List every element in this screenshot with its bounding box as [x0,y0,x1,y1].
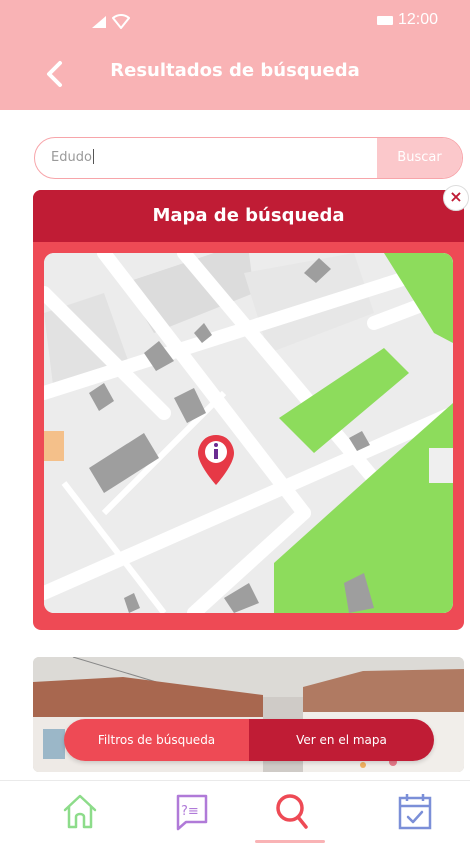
calendar-check-icon[interactable] [395,791,435,831]
modal-title: Mapa de búsqueda [152,205,345,226]
map-illustration [44,253,453,613]
faq-icon[interactable]: ?≡ [172,791,212,831]
search-icon[interactable] [272,791,312,831]
view-on-map-button[interactable]: Ver en el mapa [249,719,434,761]
search-bar: Edudo Buscar [34,137,463,179]
battery-icon [377,16,393,25]
app-screen: 12:00 Resultados de búsqueda Edudo Busca… [0,0,470,843]
search-button[interactable]: Buscar [377,138,462,178]
status-bar: 12:00 [0,0,470,40]
view-toggle: Filtros de búsqueda Ver en el mapa [64,719,434,761]
svg-text:?≡: ?≡ [181,804,199,819]
modal-header: Mapa de búsqueda [33,190,464,242]
signal-icon [92,16,106,28]
search-filters-button[interactable]: Filtros de búsqueda [64,719,249,761]
page-title: Resultados de búsqueda [110,60,360,81]
bottom-navigation: ?≡ [0,780,470,843]
map-modal: Mapa de búsqueda [33,190,464,630]
home-icon[interactable] [60,791,100,831]
status-time: 12:00 [398,11,439,28]
close-modal-button[interactable]: × [443,185,469,211]
search-input[interactable]: Edudo [51,149,94,165]
app-header: Resultados de búsqueda [0,40,470,110]
wifi-icon [112,14,130,29]
map-view[interactable] [44,253,453,613]
